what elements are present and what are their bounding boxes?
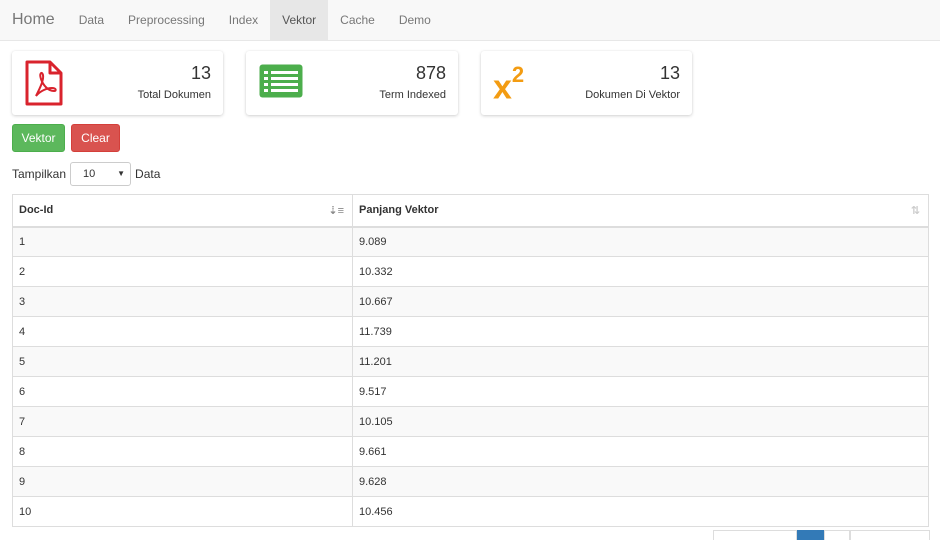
- cell-panjang-vektor: 10.332: [352, 256, 929, 287]
- action-buttons: Vektor Clear: [12, 124, 126, 152]
- nav-item-demo[interactable]: Demo: [387, 0, 443, 40]
- cell-doc-id: 2: [12, 256, 353, 287]
- table-row: 7 10.105: [12, 406, 929, 437]
- table-row: 1 9.089: [12, 226, 929, 257]
- x-squared-icon: x2: [493, 62, 525, 107]
- table-row: 9 9.628: [12, 466, 929, 497]
- table-row: 6 9.517: [12, 376, 929, 407]
- cell-panjang-vektor: 11.739: [352, 316, 929, 347]
- cell-doc-id: 1: [12, 226, 353, 257]
- vektor-table: Doc-Id ⇣≡ Panjang Vektor ⇅ 1 9.089 2 10.332…: [12, 194, 929, 527]
- pagination-page-active[interactable]: [797, 530, 824, 540]
- vektor-table-wrapper: Doc-Id ⇣≡ Panjang Vektor ⇅ 1 9.089 2 10.332…: [12, 194, 929, 527]
- column-header-label: Doc-Id: [19, 204, 54, 217]
- nav-item-data[interactable]: Data: [67, 0, 116, 40]
- nav-item-index[interactable]: Index: [217, 0, 270, 40]
- cell-doc-id: 3: [12, 286, 353, 317]
- pagination: [713, 530, 930, 540]
- clear-button[interactable]: Clear: [71, 124, 120, 152]
- cell-panjang-vektor: 10.667: [352, 286, 929, 317]
- page-length-control: Tampilkan 10 ▼ Data: [12, 162, 160, 186]
- column-header-label: Panjang Vektor: [359, 204, 439, 217]
- pagination-next[interactable]: [850, 530, 930, 540]
- cell-doc-id: 10: [12, 496, 353, 527]
- stat-card-term-indexed: 878 Term Indexed: [246, 51, 458, 115]
- stat-cards: 13 Total Dokumen 878 Term Indexed x2 13 …: [12, 51, 692, 115]
- length-prefix-label: Tampilkan: [12, 167, 67, 181]
- cell-panjang-vektor: 9.517: [352, 376, 929, 407]
- dokumen-di-vektor-value: 13: [659, 63, 680, 83]
- stat-card-dokumen-di-vektor: x2 13 Dokumen Di Vektor: [481, 51, 692, 115]
- term-indexed-value: 878: [415, 63, 446, 83]
- cell-doc-id: 9: [12, 466, 353, 497]
- list-icon: [258, 63, 304, 102]
- page-length-value: 10: [83, 168, 96, 180]
- dokumen-di-vektor-label: Dokumen Di Vektor: [585, 89, 680, 101]
- table-row: 3 10.667: [12, 286, 929, 317]
- nav-item-cache[interactable]: Cache: [328, 0, 387, 40]
- cell-panjang-vektor: 10.456: [352, 496, 929, 527]
- cell-panjang-vektor: 9.661: [352, 436, 929, 467]
- cell-doc-id: 5: [12, 346, 353, 377]
- cell-panjang-vektor: 10.105: [352, 406, 929, 437]
- vektor-button[interactable]: Vektor: [12, 124, 65, 152]
- length-suffix-label: Data: [135, 167, 161, 181]
- chevron-down-icon: ▼: [117, 169, 126, 178]
- nav-item-vektor[interactable]: Vektor: [270, 0, 329, 40]
- cell-panjang-vektor: 9.628: [352, 466, 929, 497]
- pagination-previous[interactable]: [713, 530, 797, 540]
- page-length-select[interactable]: 10 ▼: [70, 162, 132, 186]
- cell-doc-id: 8: [12, 436, 353, 467]
- brand-home-link[interactable]: Home: [0, 0, 67, 40]
- cell-doc-id: 6: [12, 376, 353, 407]
- cell-panjang-vektor: 11.201: [352, 346, 929, 377]
- pagination-page[interactable]: [824, 530, 850, 540]
- table-row: 10 10.456: [12, 496, 929, 527]
- stat-card-total-dokumen: 13 Total Dokumen: [12, 51, 223, 115]
- table-row: 4 11.739: [12, 316, 929, 347]
- sort-ascending-icon: ⇣≡: [328, 205, 344, 217]
- table-row: 8 9.661: [12, 436, 929, 467]
- pdf-icon: [24, 60, 64, 109]
- total-dokumen-label: Total Dokumen: [137, 89, 211, 101]
- cell-doc-id: 4: [12, 316, 353, 347]
- term-indexed-label: Term Indexed: [379, 89, 446, 101]
- table-row: 2 10.332: [12, 256, 929, 287]
- table-row: 5 11.201: [12, 346, 929, 377]
- table-header-row: Doc-Id ⇣≡ Panjang Vektor ⇅: [12, 194, 929, 228]
- column-header-doc-id[interactable]: Doc-Id ⇣≡: [12, 194, 353, 228]
- total-dokumen-value: 13: [190, 63, 211, 83]
- navbar: Home Data Preprocessing Index Vektor Cac…: [0, 0, 940, 41]
- sort-icon: ⇅: [910, 205, 920, 217]
- nav-item-preprocessing[interactable]: Preprocessing: [116, 0, 217, 40]
- cell-panjang-vektor: 9.089: [352, 226, 929, 257]
- column-header-panjang-vektor[interactable]: Panjang Vektor ⇅: [352, 194, 929, 228]
- cell-doc-id: 7: [12, 406, 353, 437]
